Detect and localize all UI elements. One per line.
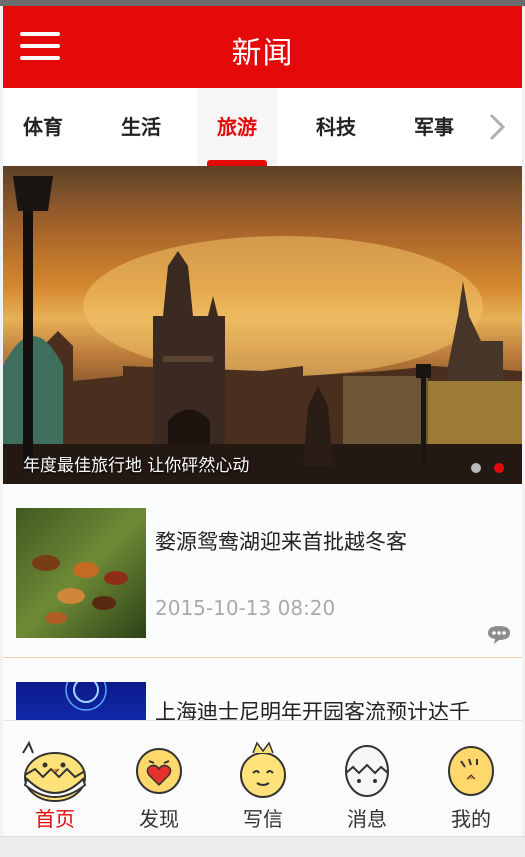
nav-label: 我的 [451, 807, 491, 831]
banner-caption: 年度最佳旅行地 让你砰然心动 [23, 456, 250, 476]
chick-egg-icon [22, 740, 87, 802]
page-title: 新闻 [231, 36, 294, 71]
app-header: 新闻 [3, 6, 522, 88]
comment-icon[interactable] [486, 624, 512, 646]
system-nav-bar [0, 836, 525, 857]
nav-label: 写信 [243, 807, 283, 831]
category-tabs: 体育 生活 旅游 科技 军事 [3, 88, 522, 167]
banner-image [3, 176, 522, 484]
news-thumbnail [16, 682, 146, 720]
nav-me[interactable]: 我的 [419, 721, 523, 837]
tab-military[interactable]: 军事 [394, 88, 474, 166]
banner-slider[interactable]: 年度最佳旅行地 让你砰然心动 [3, 166, 522, 484]
bottom-nav: 首页 发现 写信 消息 我的 [3, 720, 522, 837]
nav-messages[interactable]: 消息 [315, 721, 419, 837]
news-thumbnail [16, 508, 146, 638]
nav-label: 发现 [139, 807, 179, 831]
chick-crown-icon [240, 741, 286, 798]
nav-discover[interactable]: 发现 [107, 721, 211, 837]
app-screen: 新闻 体育 生活 旅游 科技 军事 年度最佳旅行地 让你砰然心动 婺源鸳鸯湖迎来… [0, 0, 525, 857]
chevron-right-icon[interactable] [488, 112, 506, 142]
news-title: 婺源鸳鸯湖迎来首批越冬客 [155, 530, 407, 554]
egg-icon [345, 745, 389, 797]
tab-sports[interactable]: 体育 [3, 88, 83, 166]
news-list: 婺源鸳鸯湖迎来首批越冬客 2015-10-13 08:20 上海迪士尼明年开园客… [3, 484, 522, 720]
list-item[interactable]: 上海迪士尼明年开园客流预计达千 [3, 658, 522, 720]
tab-travel[interactable]: 旅游 [197, 88, 277, 166]
nav-home[interactable]: 首页 [3, 721, 107, 837]
slide-dot[interactable] [470, 463, 481, 473]
news-title: 上海迪士尼明年开园客流预计达千 [155, 700, 470, 720]
chick-heart-icon [136, 748, 182, 794]
nav-label: 首页 [35, 807, 75, 831]
chick-icon [448, 746, 494, 796]
slide-dot-active[interactable] [494, 463, 504, 473]
slide-indicator [463, 458, 504, 477]
tab-life[interactable]: 生活 [101, 88, 181, 166]
nav-label: 消息 [347, 807, 387, 831]
list-item[interactable]: 婺源鸳鸯湖迎来首批越冬客 2015-10-13 08:20 [3, 484, 522, 658]
nav-write[interactable]: 写信 [211, 721, 315, 837]
tab-tech[interactable]: 科技 [296, 88, 376, 166]
news-timestamp: 2015-10-13 08:20 [155, 596, 336, 620]
